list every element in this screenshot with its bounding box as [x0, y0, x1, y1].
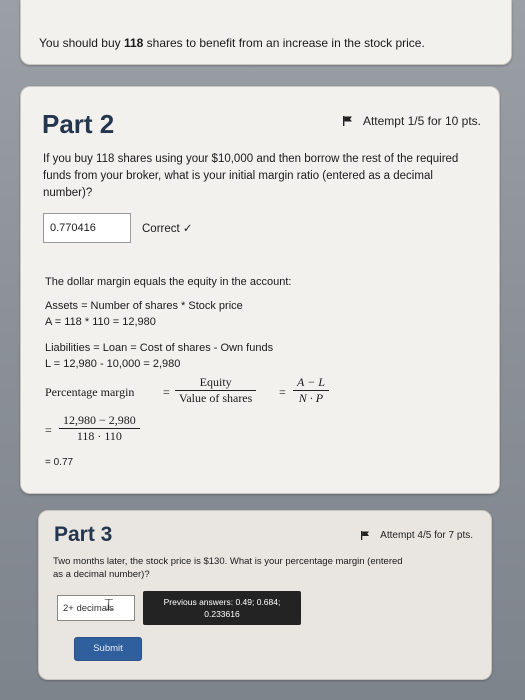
pm-label: Percentage margin	[45, 385, 135, 399]
previous-answers-value: 0.233616	[204, 609, 240, 619]
equity-fraction: Equity Value of shares	[175, 375, 257, 406]
previous-part-card: You should buy 118 shares to benefit fro…	[20, 0, 512, 65]
correct-status: Correct ✓	[142, 223, 193, 235]
equals-sign: =	[163, 385, 170, 399]
shares-count: 118	[123, 36, 144, 50]
part2-attempt-label: Attempt 1/5 for 10 pts.	[362, 114, 481, 128]
submit-button[interactable]: Submit	[74, 637, 142, 661]
explanation-intro: The dollar margin equals the equity in t…	[45, 276, 292, 288]
part2-title: Part 2	[42, 109, 115, 139]
n-times-p: N · P	[293, 390, 329, 406]
previous-answer-suffix: shares to benefit from an increase in th…	[143, 36, 425, 50]
percentage-margin-formula: Percentage margin = Equity Value of shar…	[45, 375, 365, 415]
part3-attempt: Attempt 4/5 for 7 pts.	[361, 530, 473, 541]
part3-title: Part 3	[54, 523, 113, 546]
part2-answer-field[interactable]: 0.770416	[43, 213, 131, 243]
previous-answers-tooltip: Previous answers: 0.49; 0.684; 0.233616	[143, 591, 301, 625]
part3-question: Two months later, the stock price is $13…	[53, 556, 403, 580]
equals-sign: =	[279, 385, 286, 399]
liabilities-definition: Liabilities = Loan = Cost of shares - Ow…	[45, 342, 274, 354]
a-minus-l: A − L	[297, 375, 325, 389]
text-cursor-icon: ⌶	[104, 597, 114, 614]
part3-attempt-label: Attempt 4/5 for 7 pts.	[380, 530, 473, 541]
part3-answer-field[interactable]: 2+ decimals	[57, 595, 135, 621]
previous-answers-label: Previous answers: 0.49; 0.684;	[163, 597, 281, 607]
part3-card: Part 3 Attempt 4/5 for 7 pts. Two months…	[38, 510, 492, 680]
previous-answer-prefix: You should buy	[39, 36, 124, 50]
al-fraction: A − L N · P	[293, 375, 329, 406]
flag-icon[interactable]	[342, 116, 353, 126]
flag-icon[interactable]	[361, 531, 370, 540]
margin-result: = 0.77	[45, 457, 74, 468]
equity-label: Equity	[199, 375, 232, 389]
calc-fraction: 12,980 − 2,980 118 · 110	[59, 413, 140, 444]
part2-question: If you buy 118 shares using your $10,000…	[43, 153, 459, 199]
calc-denominator: 118 · 110	[59, 428, 140, 444]
calc-numerator: 12,980 − 2,980	[63, 413, 136, 427]
part2-attempt: Attempt 1/5 for 10 pts.	[342, 114, 481, 128]
margin-calculation: = 12,980 − 2,980 118 · 110	[45, 413, 245, 453]
assets-calculation: A = 118 * 110 = 12,980	[45, 316, 156, 328]
value-of-shares-label: Value of shares	[175, 390, 257, 406]
assets-definition: Assets = Number of shares * Stock price	[45, 300, 243, 312]
previous-answer-text: You should buy 118 shares to benefit fro…	[39, 36, 425, 50]
liabilities-calculation: L = 12,980 - 10,000 = 2,980	[45, 358, 181, 370]
equals-sign: =	[45, 423, 52, 437]
part2-card: Part 2 Attempt 1/5 for 10 pts. If you bu…	[20, 86, 500, 494]
